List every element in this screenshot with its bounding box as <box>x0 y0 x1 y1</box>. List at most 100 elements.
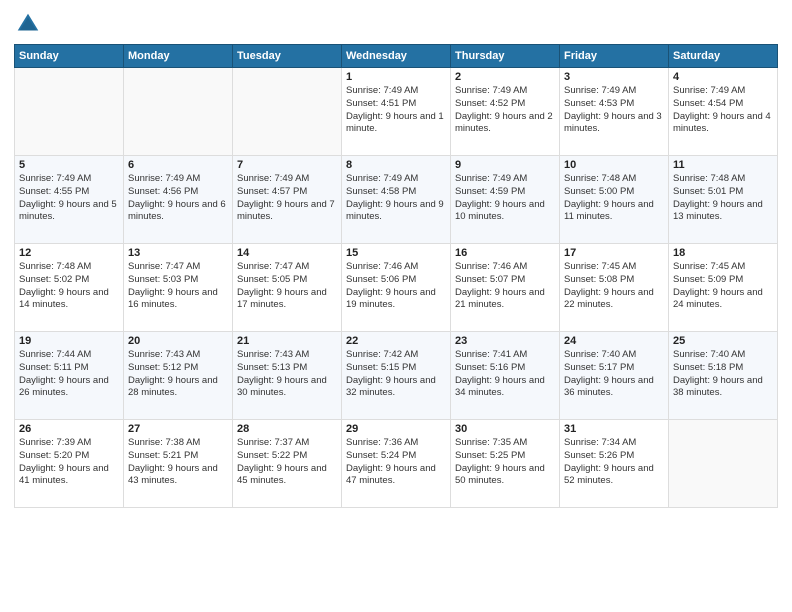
calendar-cell: 3 Sunrise: 7:49 AM Sunset: 4:53 PM Dayli… <box>560 68 669 156</box>
calendar-cell: 7 Sunrise: 7:49 AM Sunset: 4:57 PM Dayli… <box>233 156 342 244</box>
day-info: Sunrise: 7:36 AM Sunset: 5:24 PM Dayligh… <box>346 437 446 488</box>
sunset: Sunset: 4:56 PM <box>128 186 198 197</box>
day-info: Sunrise: 7:48 AM Sunset: 5:00 PM Dayligh… <box>564 173 664 224</box>
sunset: Sunset: 5:09 PM <box>673 274 743 285</box>
calendar-cell <box>233 68 342 156</box>
calendar-cell: 6 Sunrise: 7:49 AM Sunset: 4:56 PM Dayli… <box>124 156 233 244</box>
daylight: Daylight: 9 hours and 2 minutes. <box>455 111 553 135</box>
day-info: Sunrise: 7:49 AM Sunset: 4:54 PM Dayligh… <box>673 85 773 136</box>
day-number: 10 <box>564 159 664 171</box>
day-number: 30 <box>455 423 555 435</box>
calendar-cell: 31 Sunrise: 7:34 AM Sunset: 5:26 PM Dayl… <box>560 420 669 508</box>
calendar-cell: 11 Sunrise: 7:48 AM Sunset: 5:01 PM Dayl… <box>669 156 778 244</box>
calendar-cell: 19 Sunrise: 7:44 AM Sunset: 5:11 PM Dayl… <box>15 332 124 420</box>
daylight: Daylight: 9 hours and 21 minutes. <box>455 287 545 311</box>
weekday-header-saturday: Saturday <box>669 45 778 68</box>
day-info: Sunrise: 7:49 AM Sunset: 4:51 PM Dayligh… <box>346 85 446 136</box>
daylight: Daylight: 9 hours and 36 minutes. <box>564 375 654 399</box>
daylight: Daylight: 9 hours and 17 minutes. <box>237 287 327 311</box>
day-number: 16 <box>455 247 555 259</box>
calendar-cell <box>669 420 778 508</box>
sunset: Sunset: 5:08 PM <box>564 274 634 285</box>
calendar-cell: 20 Sunrise: 7:43 AM Sunset: 5:12 PM Dayl… <box>124 332 233 420</box>
day-info: Sunrise: 7:48 AM Sunset: 5:02 PM Dayligh… <box>19 261 119 312</box>
calendar-cell: 23 Sunrise: 7:41 AM Sunset: 5:16 PM Dayl… <box>451 332 560 420</box>
weekday-header-row: SundayMondayTuesdayWednesdayThursdayFrid… <box>15 45 778 68</box>
sunrise: Sunrise: 7:40 AM <box>673 349 745 360</box>
sunset: Sunset: 5:05 PM <box>237 274 307 285</box>
day-number: 26 <box>19 423 119 435</box>
day-number: 4 <box>673 71 773 83</box>
daylight: Daylight: 9 hours and 34 minutes. <box>455 375 545 399</box>
calendar-cell: 18 Sunrise: 7:45 AM Sunset: 5:09 PM Dayl… <box>669 244 778 332</box>
day-number: 5 <box>19 159 119 171</box>
day-number: 31 <box>564 423 664 435</box>
sunset: Sunset: 4:54 PM <box>673 98 743 109</box>
day-info: Sunrise: 7:43 AM Sunset: 5:13 PM Dayligh… <box>237 349 337 400</box>
weekday-header-monday: Monday <box>124 45 233 68</box>
sunrise: Sunrise: 7:40 AM <box>564 349 636 360</box>
day-number: 29 <box>346 423 446 435</box>
daylight: Daylight: 9 hours and 45 minutes. <box>237 463 327 487</box>
sunset: Sunset: 5:17 PM <box>564 362 634 373</box>
daylight: Daylight: 9 hours and 19 minutes. <box>346 287 436 311</box>
day-info: Sunrise: 7:48 AM Sunset: 5:01 PM Dayligh… <box>673 173 773 224</box>
day-info: Sunrise: 7:38 AM Sunset: 5:21 PM Dayligh… <box>128 437 228 488</box>
calendar-cell: 8 Sunrise: 7:49 AM Sunset: 4:58 PM Dayli… <box>342 156 451 244</box>
day-number: 2 <box>455 71 555 83</box>
calendar-cell: 24 Sunrise: 7:40 AM Sunset: 5:17 PM Dayl… <box>560 332 669 420</box>
daylight: Daylight: 9 hours and 32 minutes. <box>346 375 436 399</box>
daylight: Daylight: 9 hours and 9 minutes. <box>346 199 444 223</box>
weekday-header-friday: Friday <box>560 45 669 68</box>
sunset: Sunset: 5:21 PM <box>128 450 198 461</box>
sunrise: Sunrise: 7:38 AM <box>128 437 200 448</box>
day-number: 13 <box>128 247 228 259</box>
daylight: Daylight: 9 hours and 6 minutes. <box>128 199 226 223</box>
day-number: 17 <box>564 247 664 259</box>
day-info: Sunrise: 7:49 AM Sunset: 4:53 PM Dayligh… <box>564 85 664 136</box>
calendar-cell: 22 Sunrise: 7:42 AM Sunset: 5:15 PM Dayl… <box>342 332 451 420</box>
day-number: 23 <box>455 335 555 347</box>
sunrise: Sunrise: 7:48 AM <box>19 261 91 272</box>
daylight: Daylight: 9 hours and 3 minutes. <box>564 111 662 135</box>
sunrise: Sunrise: 7:49 AM <box>346 85 418 96</box>
sunset: Sunset: 5:25 PM <box>455 450 525 461</box>
day-number: 27 <box>128 423 228 435</box>
daylight: Daylight: 9 hours and 52 minutes. <box>564 463 654 487</box>
day-info: Sunrise: 7:47 AM Sunset: 5:03 PM Dayligh… <box>128 261 228 312</box>
calendar-cell: 26 Sunrise: 7:39 AM Sunset: 5:20 PM Dayl… <box>15 420 124 508</box>
calendar-cell: 14 Sunrise: 7:47 AM Sunset: 5:05 PM Dayl… <box>233 244 342 332</box>
calendar-week-row: 5 Sunrise: 7:49 AM Sunset: 4:55 PM Dayli… <box>15 156 778 244</box>
sunrise: Sunrise: 7:34 AM <box>564 437 636 448</box>
sunset: Sunset: 4:59 PM <box>455 186 525 197</box>
sunset: Sunset: 5:13 PM <box>237 362 307 373</box>
calendar-cell <box>15 68 124 156</box>
sunrise: Sunrise: 7:49 AM <box>564 85 636 96</box>
sunrise: Sunrise: 7:46 AM <box>455 261 527 272</box>
calendar-cell: 10 Sunrise: 7:48 AM Sunset: 5:00 PM Dayl… <box>560 156 669 244</box>
weekday-header-wednesday: Wednesday <box>342 45 451 68</box>
calendar-cell: 2 Sunrise: 7:49 AM Sunset: 4:52 PM Dayli… <box>451 68 560 156</box>
logo <box>14 10 46 38</box>
sunrise: Sunrise: 7:49 AM <box>455 173 527 184</box>
sunset: Sunset: 5:16 PM <box>455 362 525 373</box>
day-number: 6 <box>128 159 228 171</box>
sunset: Sunset: 4:52 PM <box>455 98 525 109</box>
sunrise: Sunrise: 7:49 AM <box>346 173 418 184</box>
daylight: Daylight: 9 hours and 10 minutes. <box>455 199 545 223</box>
calendar-table: SundayMondayTuesdayWednesdayThursdayFrid… <box>14 44 778 508</box>
sunrise: Sunrise: 7:35 AM <box>455 437 527 448</box>
logo-icon <box>14 10 42 38</box>
calendar-cell: 5 Sunrise: 7:49 AM Sunset: 4:55 PM Dayli… <box>15 156 124 244</box>
sunset: Sunset: 5:01 PM <box>673 186 743 197</box>
sunset: Sunset: 5:06 PM <box>346 274 416 285</box>
sunrise: Sunrise: 7:45 AM <box>673 261 745 272</box>
weekday-header-thursday: Thursday <box>451 45 560 68</box>
sunset: Sunset: 4:58 PM <box>346 186 416 197</box>
calendar-week-row: 12 Sunrise: 7:48 AM Sunset: 5:02 PM Dayl… <box>15 244 778 332</box>
sunset: Sunset: 5:12 PM <box>128 362 198 373</box>
day-info: Sunrise: 7:49 AM Sunset: 4:56 PM Dayligh… <box>128 173 228 224</box>
day-number: 20 <box>128 335 228 347</box>
day-info: Sunrise: 7:41 AM Sunset: 5:16 PM Dayligh… <box>455 349 555 400</box>
calendar-cell: 17 Sunrise: 7:45 AM Sunset: 5:08 PM Dayl… <box>560 244 669 332</box>
